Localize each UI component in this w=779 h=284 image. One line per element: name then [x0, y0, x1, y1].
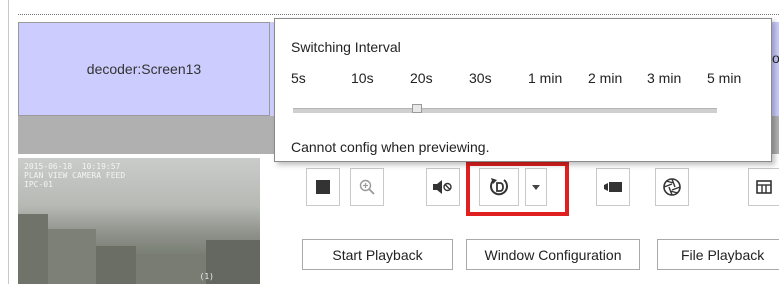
interval-option-3min[interactable]: 3 min: [647, 70, 681, 86]
mute-button[interactable]: [426, 168, 460, 206]
interval-option-20s[interactable]: 20s: [410, 70, 433, 86]
layout-button[interactable]: [748, 168, 779, 206]
camera-preview[interactable]: 2015-06-18 10:19:57 PLAN VIEW CAMERA FEE…: [18, 158, 260, 284]
interval-option-10s[interactable]: 10s: [351, 70, 374, 86]
top-dotted-divider: [18, 14, 779, 15]
decoder-screen-label: decoder:Screen13: [86, 61, 202, 77]
interval-option-2min[interactable]: 2 min: [588, 70, 622, 86]
popup-title: Switching Interval: [291, 39, 401, 55]
switching-interval-popup: Switching Interval 5s 10s 20s 30s 1 min …: [274, 18, 772, 162]
interval-slider-track[interactable]: [293, 108, 717, 113]
preview-warning-message: Cannot config when previewing.: [291, 139, 490, 155]
interval-option-1min[interactable]: 1 min: [528, 70, 562, 86]
start-playback-label: Start Playback: [332, 246, 423, 263]
window-configuration-label: Window Configuration: [484, 246, 622, 263]
preview-osd-corner: (1): [199, 272, 214, 281]
interval-option-5min[interactable]: 5 min: [707, 70, 741, 86]
highlight-box: [466, 162, 569, 216]
file-playback-label: File Playback: [681, 246, 765, 263]
preview-osd-overlay: 2015-06-18 10:19:57 PLAN VIEW CAMERA FEE…: [24, 162, 126, 189]
window-configuration-button[interactable]: Window Configuration: [466, 239, 640, 270]
layout-icon: [756, 180, 772, 194]
decoder-screen-tile[interactable]: decoder:Screen13: [18, 22, 270, 116]
zoom-button[interactable]: [350, 168, 384, 206]
interval-option-30s[interactable]: 30s: [469, 70, 492, 86]
mute-icon: [433, 180, 452, 194]
stop-button[interactable]: [306, 168, 340, 206]
record-icon: [604, 182, 622, 192]
aperture-button[interactable]: [655, 168, 689, 206]
file-playback-button[interactable]: File Playback: [657, 239, 779, 270]
start-playback-button[interactable]: Start Playback: [302, 239, 453, 270]
zoom-icon: [359, 179, 375, 195]
clipped-text-fragment: o: [772, 50, 779, 66]
aperture-icon: [663, 178, 681, 196]
stop-icon: [316, 180, 330, 194]
left-border-line: [8, 0, 9, 284]
interval-slider-thumb[interactable]: [412, 104, 422, 113]
record-button[interactable]: [596, 168, 630, 206]
interval-option-5s[interactable]: 5s: [291, 70, 306, 86]
